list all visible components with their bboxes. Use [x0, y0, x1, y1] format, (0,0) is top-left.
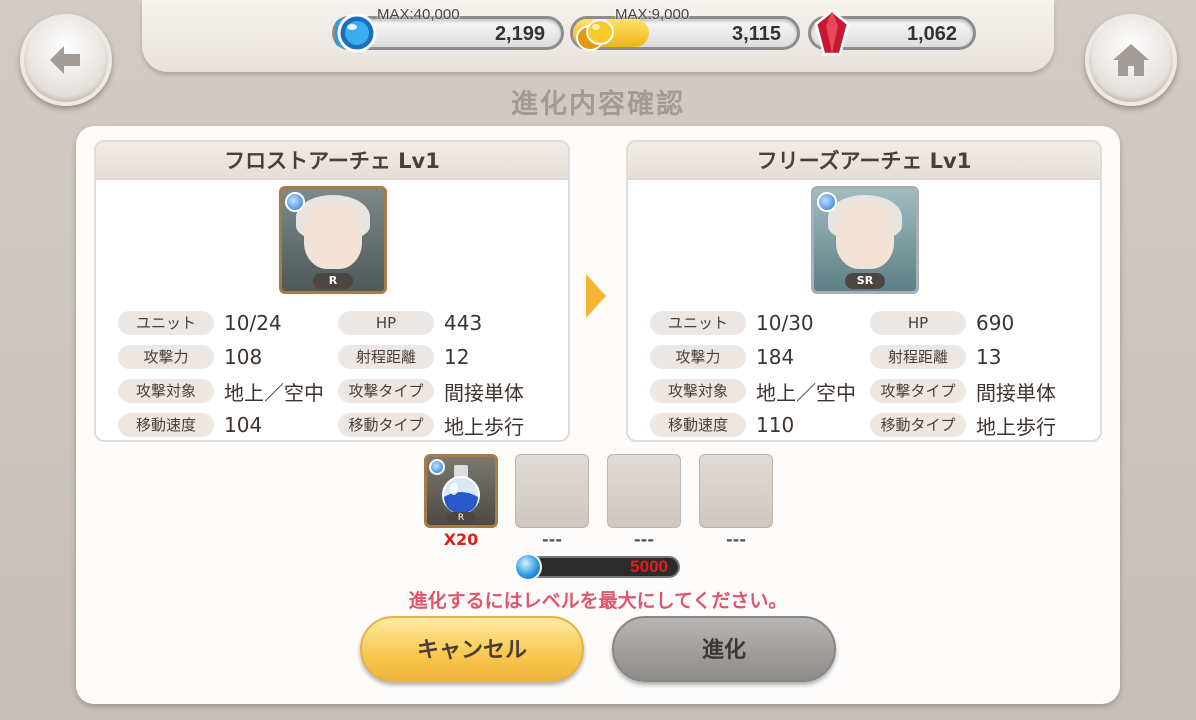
stat-value: 地上／空中 — [224, 380, 324, 405]
stat-label: HP — [338, 311, 434, 335]
stat-row: ユニット 10/24 HP 443 — [118, 306, 558, 340]
before-unit-name: フロストアーチェ Lv1 — [96, 142, 568, 180]
material-count-2: --- — [542, 530, 562, 549]
stat-label: 射程距離 — [338, 345, 434, 369]
before-unit-portrait[interactable]: R — [279, 186, 387, 294]
stat-value: 10/24 — [224, 311, 282, 335]
stat-row: 移動速度 110 移動タイプ 地上歩行 — [650, 408, 1090, 440]
gold-max-label: MAX:9,000 — [615, 6, 690, 23]
stat-row: 攻撃対象 地上／空中 攻撃タイプ 間接単体 — [118, 374, 558, 408]
after-unit-portrait[interactable]: SR — [811, 186, 919, 294]
face-shape — [304, 203, 362, 269]
stat-value: 104 — [224, 413, 263, 437]
after-unit-card: フリーズアーチェ Lv1 SR ユニット 10/30 HP 690 攻撃力 184 射… — [626, 140, 1102, 442]
stat-value: 間接単体 — [976, 380, 1056, 405]
stat-value: 690 — [976, 311, 1015, 335]
after-stats: ユニット 10/30 HP 690 攻撃力 184 射程距離 13 攻撃対象 地上／空中 … — [650, 306, 1090, 440]
stat-value: 地上／空中 — [756, 380, 856, 405]
rarity-badge: SR — [845, 273, 885, 289]
rarity-badge: R — [313, 273, 353, 289]
evolution-cost-value: 5000 — [630, 557, 668, 576]
material-slot-4[interactable] — [699, 454, 773, 528]
stat-label: 攻撃タイプ — [338, 379, 434, 403]
water-element-icon — [285, 192, 305, 212]
cancel-button[interactable]: キャンセル — [360, 616, 584, 682]
stat-label: 攻撃対象 — [118, 379, 214, 403]
stat-label: 攻撃力 — [118, 345, 214, 369]
face-shape — [836, 203, 894, 269]
stat-label: 移動タイプ — [870, 413, 966, 437]
evolution-cost-bar: 5000 — [514, 553, 680, 581]
stat-label: 射程距離 — [870, 345, 966, 369]
stat-label: 移動速度 — [118, 413, 214, 437]
gold-coin-icon — [576, 19, 614, 51]
material-count-1: X20 — [443, 530, 479, 549]
rarity-badge: R — [447, 512, 475, 524]
stat-label: 移動速度 — [650, 413, 746, 437]
material-slot-3[interactable] — [607, 454, 681, 528]
water-element-icon — [817, 192, 837, 212]
stat-value: 443 — [444, 311, 483, 335]
stat-label: 攻撃力 — [650, 345, 746, 369]
stat-value: 地上歩行 — [976, 414, 1056, 439]
stat-value: 184 — [756, 345, 795, 369]
after-unit-name: フリーズアーチェ Lv1 — [628, 142, 1100, 180]
crystal-cost-icon — [514, 553, 542, 581]
back-arrow-icon — [50, 46, 80, 74]
stat-row: ユニット 10/30 HP 690 — [650, 306, 1090, 340]
stat-value: 間接単体 — [444, 380, 524, 405]
stat-label: HP — [870, 311, 966, 335]
stat-label: 移動タイプ — [338, 413, 434, 437]
evolve-button[interactable]: 進化 — [612, 616, 836, 682]
red-gem-icon — [814, 9, 850, 56]
gem-value: 1,062 — [906, 23, 957, 45]
stat-label: 攻撃対象 — [650, 379, 746, 403]
stat-row: 移動速度 104 移動タイプ 地上歩行 — [118, 408, 558, 440]
stat-value: 110 — [756, 413, 795, 437]
stat-value: 地上歩行 — [444, 414, 524, 439]
stat-row: 攻撃力 108 射程距離 12 — [118, 340, 558, 374]
material-count-3: --- — [634, 530, 654, 549]
crystal-max-label: MAX:40,000 — [377, 6, 460, 23]
crystal-value: 2,199 — [494, 23, 545, 45]
stat-value: 12 — [444, 345, 470, 369]
material-slot-2[interactable] — [515, 454, 589, 528]
before-unit-card: フロストアーチェ Lv1 R ユニット 10/24 HP 443 攻撃力 108 射程… — [94, 140, 570, 442]
material-count-4: --- — [726, 530, 746, 549]
before-stats: ユニット 10/24 HP 443 攻撃力 108 射程距離 12 攻撃対象 地上／空中 … — [118, 306, 558, 440]
stat-value: 10/30 — [756, 311, 814, 335]
stat-label: 攻撃タイプ — [870, 379, 966, 403]
page-title: 進化内容確認 — [511, 89, 685, 120]
home-icon — [1113, 44, 1149, 76]
stat-label: ユニット — [118, 311, 214, 335]
stat-row: 攻撃対象 地上／空中 攻撃タイプ 間接単体 — [650, 374, 1090, 408]
stat-value: 108 — [224, 345, 263, 369]
stat-value: 13 — [976, 345, 1002, 369]
stat-row: 攻撃力 184 射程距離 13 — [650, 340, 1090, 374]
max-level-warning: 進化するにはレベルを最大にしてください。 — [408, 590, 788, 612]
evolve-arrow-icon — [586, 274, 606, 318]
gold-value: 3,115 — [732, 23, 781, 45]
stat-label: ユニット — [650, 311, 746, 335]
material-slot-1[interactable]: R — [424, 454, 498, 528]
evolution-panel: フロストアーチェ Lv1 R ユニット 10/24 HP 443 攻撃力 108 射程… — [76, 126, 1120, 704]
crystal-icon — [337, 13, 377, 53]
